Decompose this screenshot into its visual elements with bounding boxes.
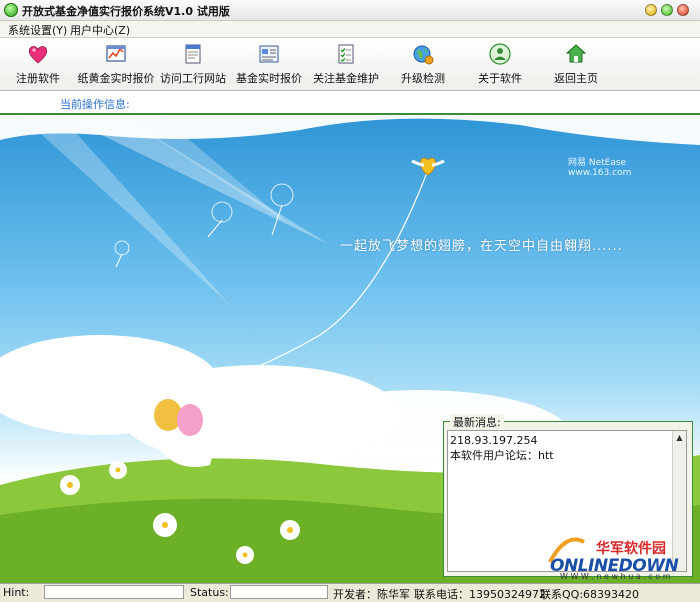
operation-info-bar: 当前操作信息:: [0, 91, 700, 115]
about-software-button[interactable]: 关于软件: [472, 40, 528, 88]
maximize-button[interactable]: [661, 4, 673, 16]
app-icon: [4, 3, 18, 17]
tool-label: 返回主页: [554, 72, 598, 85]
tool-label: 注册软件: [16, 72, 60, 85]
register-software-button[interactable]: 注册软件: [10, 40, 66, 88]
paper-gold-quote-button[interactable]: 纸黄金实时报价: [76, 40, 156, 88]
menu-bar: 系统设置(Y) 用户中心(Z): [0, 21, 700, 38]
upgrade-check-button[interactable]: 升级检测: [396, 40, 450, 88]
title-bar[interactable]: 开放式基金净值实行报价系统V1.0 试用版: [0, 0, 700, 21]
watermark-cn-text: 华军软件园: [596, 541, 666, 557]
latest-news-title: 最新消息:: [450, 414, 504, 430]
status-field: [230, 585, 328, 599]
chart-icon: [106, 45, 126, 62]
home-icon: [565, 44, 587, 63]
netease-brand: 网易 NetEase www.163.com: [568, 158, 632, 178]
document-icon: [185, 44, 201, 64]
banner-tagline: 一起放飞梦想的翅膀，在天空中自由翱翔......: [340, 239, 623, 254]
return-home-button[interactable]: 返回主页: [548, 40, 604, 88]
tool-label: 关注基金维护: [313, 72, 379, 85]
hint-field: [44, 585, 184, 599]
menu-user-center[interactable]: 用户中心(Z): [70, 22, 130, 38]
watermark-url-text: W W W . n e w h u a . c o m: [560, 572, 671, 581]
tool-label: 基金实时报价: [236, 72, 302, 85]
checklist-icon: [338, 44, 354, 64]
tool-label: 纸黄金实时报价: [77, 72, 155, 85]
minimize-button[interactable]: [645, 4, 657, 16]
fund-quote-button[interactable]: 基金实时报价: [236, 40, 302, 88]
tool-label: 关于软件: [478, 72, 522, 85]
news-line: 218.93.197.254: [450, 434, 538, 447]
onlinedown-watermark: 华军软件园 ONLINEDOWN W W W . n e w h u a . c…: [540, 532, 696, 581]
status-bar: Hint: Status: 开发者：陈华军 联系电话：13950324972 联…: [0, 583, 700, 601]
scroll-up-icon[interactable]: ▲: [674, 432, 685, 443]
hint-label: Hint:: [3, 586, 30, 599]
tool-label: 升级检测: [401, 72, 445, 85]
heart-icon: [28, 46, 48, 64]
window-title: 开放式基金净值实行报价系统V1.0 试用版: [22, 5, 230, 18]
toolbar: 注册软件 纸黄金实时报价 访问工行网站 基金实时报价 关注基金维护 升级检测 关…: [0, 38, 700, 91]
about-person-icon: [489, 43, 511, 65]
quote-sheet-icon: [259, 45, 279, 63]
globe-update-icon: [413, 45, 434, 65]
fund-watch-maintenance-button[interactable]: 关注基金维护: [312, 40, 380, 88]
visit-icbc-button[interactable]: 访问工行网站: [160, 40, 226, 88]
status-label: Status:: [190, 586, 229, 599]
current-operation-label: 当前操作信息:: [60, 98, 130, 111]
menu-system-settings[interactable]: 系统设置(Y): [8, 22, 67, 38]
tool-label: 访问工行网站: [160, 72, 226, 85]
close-button[interactable]: [677, 4, 689, 16]
news-line: 本软件用户论坛：htt: [450, 449, 554, 462]
